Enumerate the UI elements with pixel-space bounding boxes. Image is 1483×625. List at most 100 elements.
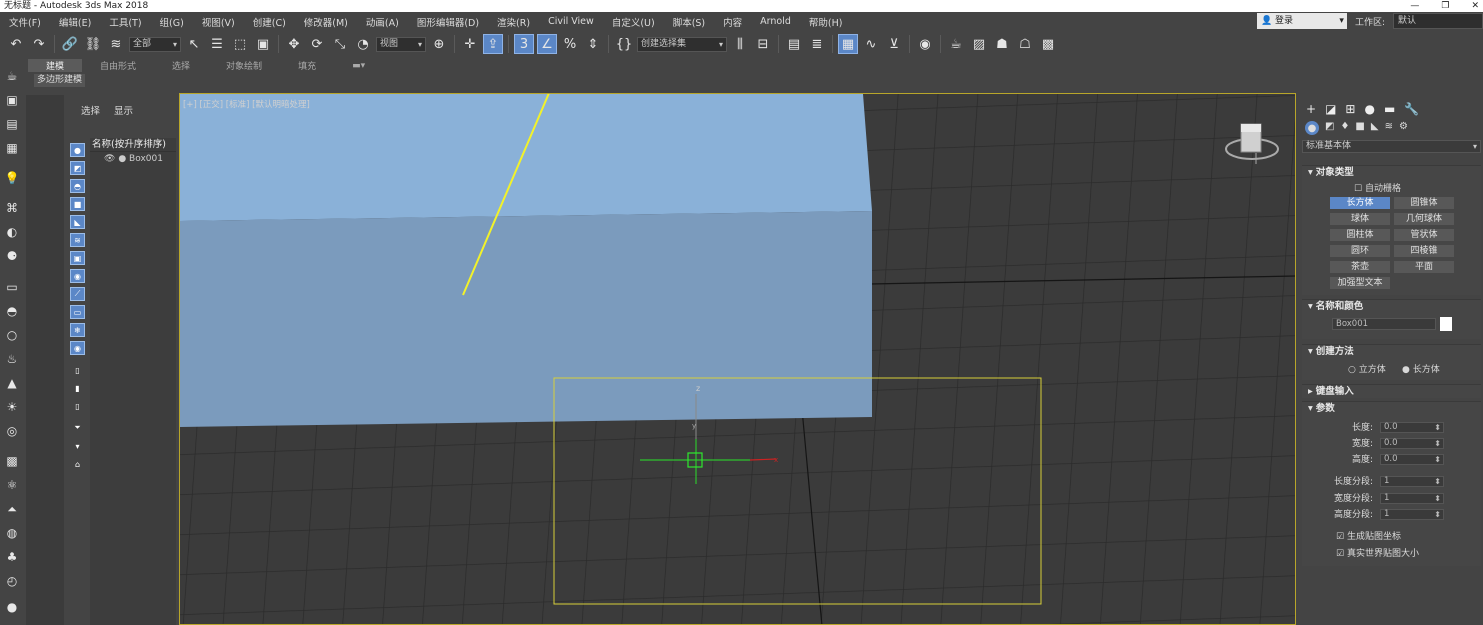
- rollout-creation-method-header[interactable]: 创建方法: [1302, 344, 1481, 358]
- sphere-half-icon[interactable]: ◐: [3, 223, 21, 241]
- window-crossing-icon[interactable]: ▣: [253, 34, 273, 54]
- document-icon[interactable]: ▤: [3, 115, 21, 133]
- radio-cube[interactable]: ○ 立方体: [1348, 362, 1386, 375]
- shapes-category-icon[interactable]: ◩: [1325, 121, 1334, 135]
- menu-tools[interactable]: 工具(T): [100, 15, 150, 29]
- reference-coordinate-dropdown[interactable]: 视图: [376, 36, 426, 52]
- rendered-frame-window-icon[interactable]: ▨: [969, 34, 989, 54]
- pivot-center-icon[interactable]: ⊕: [429, 34, 449, 54]
- box-front-face[interactable]: [180, 211, 872, 427]
- close-button[interactable]: ✕: [1471, 0, 1479, 12]
- rotate-icon[interactable]: ⟳: [307, 34, 327, 54]
- pyramid-icon[interactable]: ⏶: [3, 500, 21, 518]
- material-editor-icon[interactable]: ◉: [915, 34, 935, 54]
- menu-content[interactable]: 内容: [714, 15, 751, 29]
- menu-civil-view[interactable]: Civil View: [539, 16, 603, 27]
- named-selection-dropdown[interactable]: 创建选择集: [637, 36, 727, 52]
- curve-editor-icon[interactable]: ∿: [861, 34, 881, 54]
- cameras-category-icon[interactable]: ■: [1355, 121, 1364, 135]
- filter-frozen-icon[interactable]: ❄: [70, 323, 85, 337]
- filter-xrefs-icon[interactable]: ◉: [70, 269, 85, 283]
- teapot-icon[interactable]: ☕: [3, 67, 21, 85]
- ribbon-tab-freeform[interactable]: 自由形式: [82, 59, 154, 72]
- pattern-icon[interactable]: ▩: [3, 452, 21, 470]
- tube-button[interactable]: 管状体: [1394, 229, 1454, 241]
- selection-filter-dropdown[interactable]: 全部: [129, 36, 181, 52]
- geosphere-button[interactable]: 几何球体: [1394, 213, 1454, 225]
- hemisphere-icon[interactable]: ◓: [3, 302, 21, 320]
- maximize-button[interactable]: ❐: [1441, 0, 1449, 12]
- plane-button[interactable]: 平面: [1394, 261, 1454, 273]
- snaps-toggle-icon[interactable]: 3: [514, 34, 534, 54]
- keyboard-shortcut-override-icon[interactable]: ⇪: [483, 34, 503, 54]
- lights-category-icon[interactable]: ♦: [1340, 121, 1349, 135]
- globe-icon[interactable]: ◍: [3, 524, 21, 542]
- select-by-name-icon[interactable]: ☰: [207, 34, 227, 54]
- render-in-cloud-icon[interactable]: ▩: [1038, 34, 1058, 54]
- grid-icon[interactable]: ▦: [3, 139, 21, 157]
- param-length-spinner[interactable]: 0.0: [1380, 422, 1444, 433]
- plant-icon[interactable]: ♣: [3, 548, 21, 566]
- rect-selection-icon[interactable]: ⬚: [230, 34, 250, 54]
- menu-graph-editors[interactable]: 图形编辑器(D): [408, 15, 488, 29]
- display-tab-icon[interactable]: ▬: [1384, 102, 1395, 116]
- teapot-small-icon[interactable]: ♨: [3, 350, 21, 368]
- scene-tab-display[interactable]: 显示: [114, 103, 133, 117]
- menu-create[interactable]: 创建(C): [244, 15, 295, 29]
- menu-views[interactable]: 视图(V): [193, 15, 244, 29]
- menu-animation[interactable]: 动画(A): [357, 15, 408, 29]
- pyramid-button[interactable]: 四棱锥: [1394, 245, 1454, 257]
- filter-cameras-icon[interactable]: ■: [70, 197, 85, 211]
- angle-snap-toggle-icon[interactable]: ∠: [537, 34, 557, 54]
- filter-helpers-icon[interactable]: ◣: [70, 215, 85, 229]
- ribbon-tab-populate[interactable]: 填充: [280, 59, 334, 72]
- param-width-spinner[interactable]: 0.0: [1380, 438, 1444, 449]
- param-width-segs-spinner[interactable]: 1: [1380, 493, 1444, 504]
- cylinder-button[interactable]: 圆柱体: [1330, 229, 1390, 241]
- teapot-button[interactable]: 茶壶: [1330, 261, 1390, 273]
- box-shape-icon[interactable]: ▭: [3, 278, 21, 296]
- percent-snap-toggle-icon[interactable]: %: [560, 34, 580, 54]
- primitive-type-dropdown[interactable]: 标准基本体: [1302, 140, 1481, 153]
- eye-icon[interactable]: 👁: [104, 154, 115, 164]
- utilities-tab-icon[interactable]: 🔧: [1404, 102, 1419, 116]
- ribbon-toggle-icon[interactable]: ▦: [838, 34, 858, 54]
- unlink-icon[interactable]: ⛓: [83, 34, 103, 54]
- param-height-segs-spinner[interactable]: 1: [1380, 509, 1444, 520]
- hdri-icon[interactable]: ◴: [3, 572, 21, 590]
- spacewarps-category-icon[interactable]: ≋: [1385, 121, 1393, 135]
- bind-space-warp-icon[interactable]: ≋: [106, 34, 126, 54]
- filter-shapes-icon[interactable]: ◩: [70, 161, 85, 175]
- menu-file[interactable]: 文件(F): [0, 15, 50, 29]
- param-height-spinner[interactable]: 0.0: [1380, 454, 1444, 465]
- ribbon-tab-modeling[interactable]: 建模: [28, 59, 83, 72]
- text-plus-button[interactable]: 加强型文本: [1330, 277, 1390, 289]
- login-dropdown[interactable]: 👤 登录: [1256, 13, 1347, 29]
- autogrid-checkbox[interactable]: ☐ 自动栅格: [1354, 181, 1401, 194]
- param-length-segs-spinner[interactable]: 1: [1380, 476, 1444, 487]
- rollout-parameters-header[interactable]: 参数: [1302, 401, 1481, 415]
- undo-icon[interactable]: ↶: [6, 34, 26, 54]
- ring-icon[interactable]: ◎: [3, 422, 21, 440]
- render-icon[interactable]: ▣: [3, 91, 21, 109]
- render-setup-icon[interactable]: ☕: [946, 34, 966, 54]
- ribbon-tab-selection[interactable]: 选择: [154, 59, 208, 72]
- modify-tab-icon[interactable]: ◪: [1325, 102, 1336, 116]
- minimize-button[interactable]: —: [1410, 0, 1419, 12]
- sun-icon[interactable]: ☀: [3, 398, 21, 416]
- light-icon[interactable]: 💡: [3, 169, 21, 187]
- filter-groups-icon[interactable]: ▣: [70, 251, 85, 265]
- filter-all-icon[interactable]: ▯: [70, 363, 85, 377]
- cone-button[interactable]: 圆锥体: [1394, 197, 1454, 209]
- atom-icon[interactable]: ⚛: [3, 476, 21, 494]
- menu-rendering[interactable]: 渲染(R): [488, 15, 539, 29]
- filter-none-icon[interactable]: ▮: [70, 381, 85, 395]
- motion-tab-icon[interactable]: ●: [1364, 102, 1374, 116]
- move-icon[interactable]: ✥: [284, 34, 304, 54]
- select-object-icon[interactable]: ↖: [184, 34, 204, 54]
- menu-customize[interactable]: 自定义(U): [603, 15, 664, 29]
- menu-help[interactable]: 帮助(H): [800, 15, 852, 29]
- circle-icon[interactable]: ○: [3, 326, 21, 344]
- mirror-icon[interactable]: ⫼: [730, 34, 750, 54]
- rollout-keyboard-entry-header[interactable]: 键盘输入: [1302, 384, 1481, 398]
